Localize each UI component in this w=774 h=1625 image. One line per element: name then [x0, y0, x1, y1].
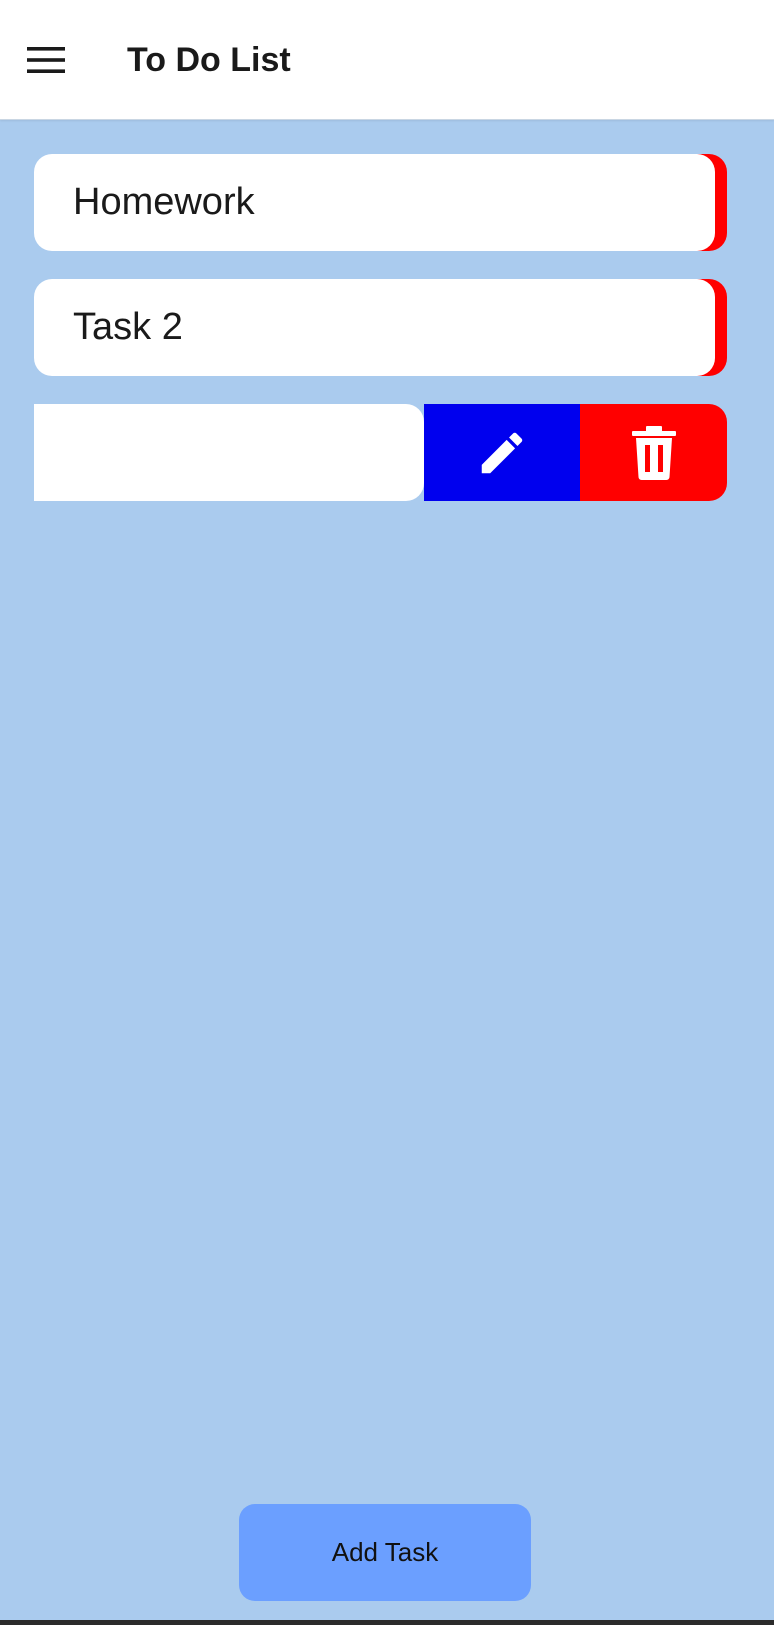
- edit-task-button[interactable]: [424, 404, 580, 501]
- task-title: Task 2: [73, 306, 183, 348]
- add-task-button[interactable]: Add Task: [239, 1504, 531, 1601]
- menu-button[interactable]: [22, 38, 70, 82]
- trash-icon: [631, 425, 676, 480]
- task-item[interactable]: Homework: [34, 154, 715, 251]
- page-title: To Do List: [127, 41, 291, 79]
- task-item[interactable]: [34, 404, 424, 501]
- app-header: To Do List: [0, 0, 774, 120]
- hamburger-menu-icon: [27, 47, 65, 73]
- system-bottom-bar: [0, 1620, 774, 1625]
- task-row: Homework: [34, 154, 727, 251]
- app-screen: To Do List Homework Task 2 Add Task: [0, 0, 774, 1620]
- task-title: Homework: [73, 181, 255, 223]
- task-row: [34, 404, 727, 501]
- pencil-icon: [481, 432, 523, 473]
- swipe-actions: [424, 404, 727, 501]
- delete-task-button[interactable]: [580, 404, 727, 501]
- task-item[interactable]: Task 2: [34, 279, 715, 376]
- task-row: Task 2: [34, 279, 727, 376]
